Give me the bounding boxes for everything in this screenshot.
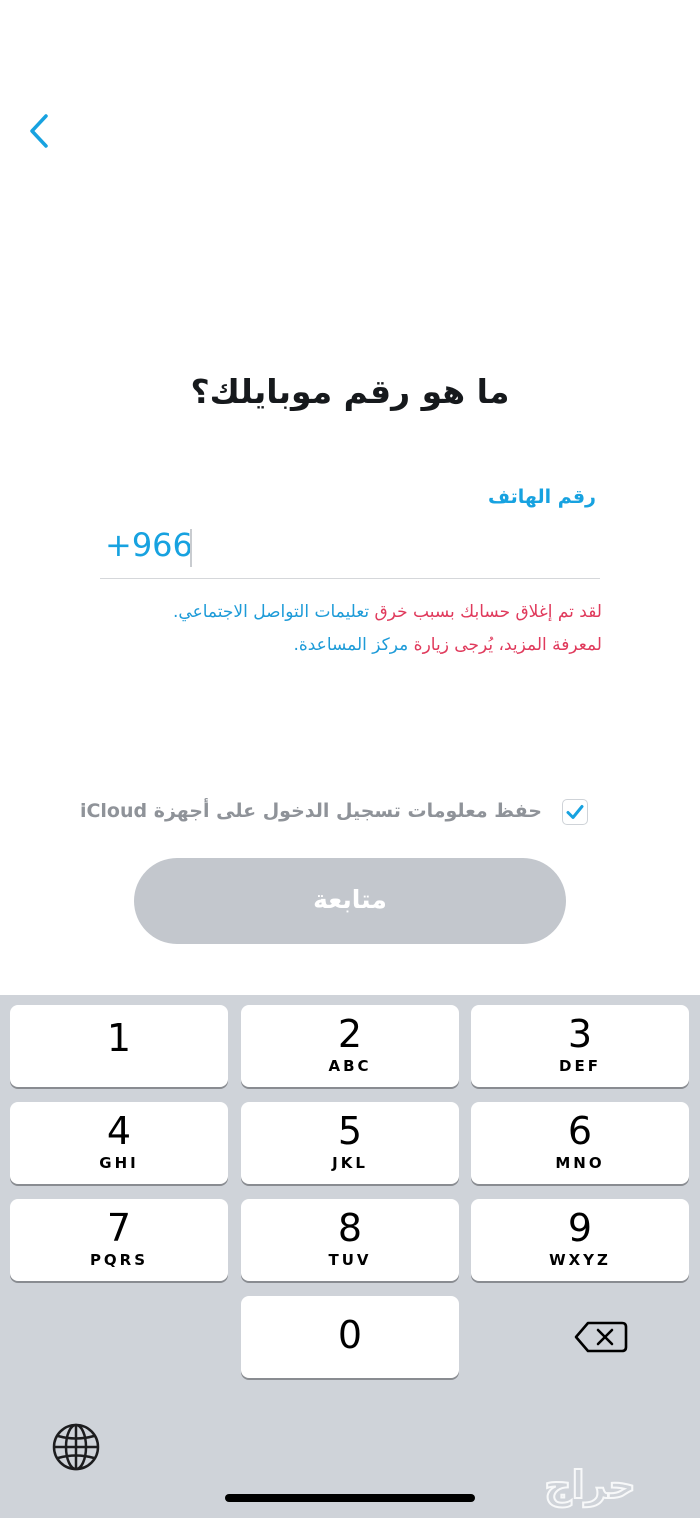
key-6[interactable]: 6 MNO bbox=[471, 1102, 689, 1184]
key-letters: WXYZ bbox=[549, 1251, 611, 1269]
key-letters: GHI bbox=[99, 1154, 139, 1172]
key-letters: ABC bbox=[328, 1057, 372, 1075]
help-center-link[interactable]: مركز المساعدة. bbox=[293, 635, 408, 655]
community-guidelines-link[interactable]: تعليمات التواصل الاجتماعي. bbox=[173, 602, 369, 622]
key-2[interactable]: 2 ABC bbox=[241, 1005, 459, 1087]
key-7[interactable]: 7 PQRS bbox=[10, 1199, 228, 1281]
svg-text:حراج: حراج bbox=[544, 1463, 635, 1507]
key-3[interactable]: 3 DEF bbox=[471, 1005, 689, 1087]
key-digit: 9 bbox=[567, 1206, 593, 1250]
key-digit: 3 bbox=[567, 1012, 593, 1056]
language-switch-key[interactable] bbox=[48, 1420, 104, 1474]
signup-screen: ما هو رقم موبايلك؟ رقم الهاتف +966 لقد ت… bbox=[0, 0, 700, 995]
haraj-watermark-logo: حراج bbox=[500, 1458, 680, 1514]
checkmark-icon bbox=[566, 805, 584, 819]
continue-button[interactable]: متابعة bbox=[134, 858, 566, 944]
delete-key[interactable] bbox=[540, 1312, 640, 1362]
key-letters: JKL bbox=[332, 1154, 368, 1172]
key-5[interactable]: 5 JKL bbox=[241, 1102, 459, 1184]
page-title: ما هو رقم موبايلك؟ bbox=[190, 372, 510, 411]
message-text-1: لقد تم إغلاق حسابك بسبب خرق bbox=[369, 602, 602, 622]
key-digit: 8 bbox=[337, 1206, 363, 1250]
key-4[interactable]: 4 GHI bbox=[10, 1102, 228, 1184]
remember-login-label: حفظ معلومات تسجيل الدخول على أجهزة iClou… bbox=[79, 800, 542, 822]
phone-field-label: رقم الهاتف bbox=[488, 486, 596, 508]
key-digit: 4 bbox=[106, 1109, 132, 1153]
key-letters: TUV bbox=[328, 1251, 372, 1269]
key-letters: DEF bbox=[559, 1057, 601, 1075]
message-text-2: لمعرفة المزيد، يُرجى زيارة bbox=[408, 635, 602, 655]
key-digit: 6 bbox=[567, 1109, 593, 1153]
country-code-selector[interactable]: +966 bbox=[105, 526, 193, 564]
key-digit: 5 bbox=[337, 1109, 363, 1153]
key-digit: 1 bbox=[106, 1016, 132, 1060]
text-cursor bbox=[190, 529, 192, 567]
phone-field: +966 bbox=[100, 522, 600, 579]
back-button[interactable] bbox=[22, 108, 62, 154]
key-digit: 2 bbox=[337, 1012, 363, 1056]
account-locked-message: لقد تم إغلاق حسابك بسبب خرق تعليمات التو… bbox=[100, 596, 602, 662]
key-8[interactable]: 8 TUV bbox=[241, 1199, 459, 1281]
key-digit: 7 bbox=[106, 1206, 132, 1250]
key-0[interactable]: 0 bbox=[241, 1296, 459, 1378]
key-1[interactable]: 1 bbox=[10, 1005, 228, 1087]
key-letters: MNO bbox=[555, 1154, 605, 1172]
remember-login-row: حفظ معلومات تسجيل الدخول على أجهزة iClou… bbox=[80, 796, 592, 832]
home-indicator bbox=[225, 1494, 475, 1502]
key-letters: PQRS bbox=[89, 1251, 149, 1269]
globe-icon bbox=[52, 1423, 100, 1471]
backspace-icon bbox=[574, 1321, 628, 1353]
key-9[interactable]: 9 WXYZ bbox=[471, 1199, 689, 1281]
key-digit: 0 bbox=[337, 1313, 363, 1357]
chevron-left-icon bbox=[30, 114, 48, 148]
remember-login-checkbox[interactable] bbox=[562, 799, 588, 825]
phone-number-input[interactable] bbox=[200, 526, 594, 570]
